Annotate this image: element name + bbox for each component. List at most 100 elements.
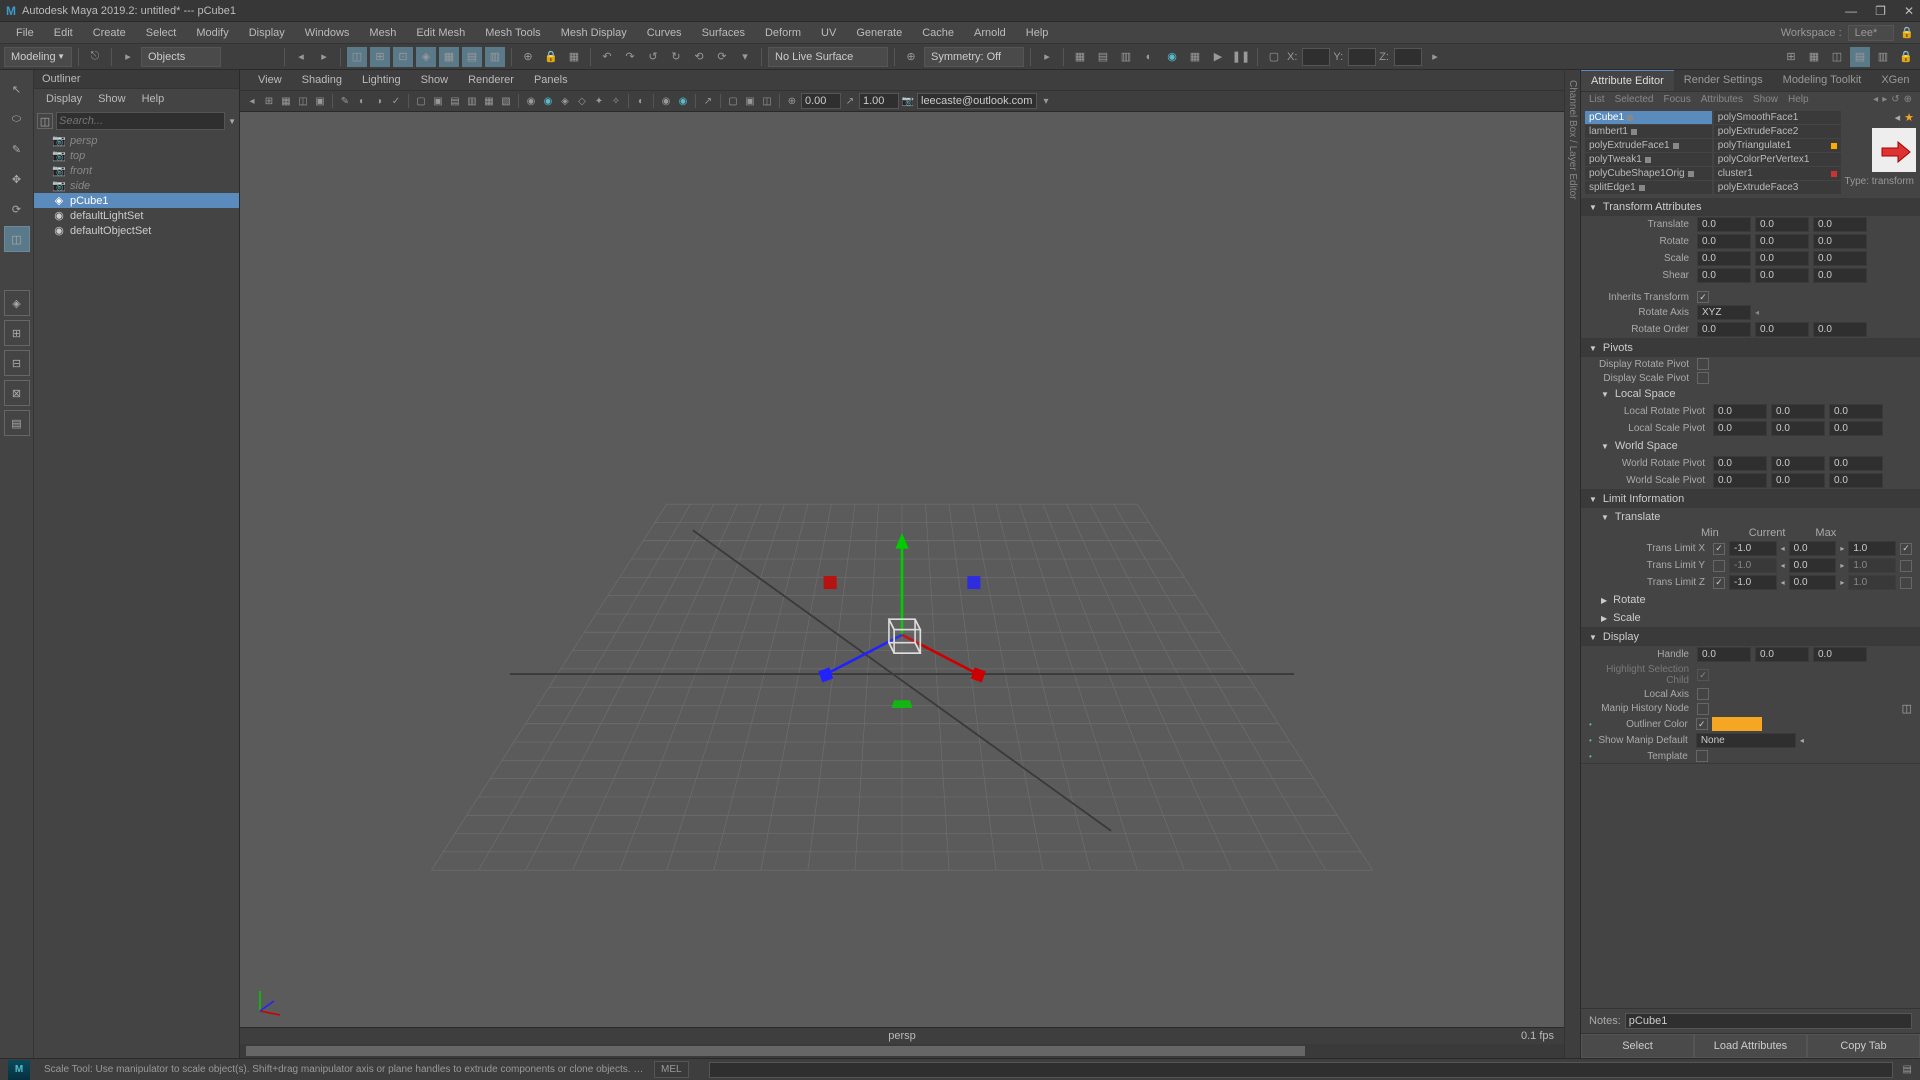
menu-curves[interactable]: Curves [637,25,692,41]
menu-display[interactable]: Display [239,25,295,41]
coord-z-field[interactable] [1394,48,1422,66]
attr-submenu[interactable]: Help [1788,94,1809,105]
vp-icon[interactable]: ▦ [481,93,497,109]
node-tab[interactable]: polyTriangulate1 [1714,139,1841,152]
shear-z[interactable]: 0.0 [1813,268,1867,283]
subsection-scale[interactable]: ▶Scale [1581,609,1920,627]
subsection-local-space[interactable]: ▼Local Space [1581,385,1920,403]
pause-icon[interactable]: ❚❚ [1231,47,1251,67]
workspace-lock-icon[interactable]: 🔒 [1900,26,1914,39]
rotate-order-x[interactable]: 0.0 [1697,322,1751,337]
shelf-icon[interactable]: ▦ [1185,47,1205,67]
tab-attribute-editor[interactable]: Attribute Editor [1581,70,1674,91]
shelf-icon[interactable]: ⊞ [370,47,390,67]
node-tab[interactable]: polyCubeShape1Orig [1585,167,1712,180]
shelf-icon[interactable]: ▸ [1425,47,1445,67]
vp-icon[interactable]: ▦ [278,93,294,109]
vp-icon[interactable]: ◂ [244,93,260,109]
vp-icon[interactable]: ◫ [295,93,311,109]
play-icon[interactable]: ▶ [1208,47,1228,67]
outliner-menu-item[interactable]: Show [90,91,134,107]
vp-icon[interactable]: ✓ [388,93,404,109]
command-input[interactable] [709,1062,1893,1078]
vp-icon[interactable]: ▥ [464,93,480,109]
menu-edit-mesh[interactable]: Edit Mesh [406,25,475,41]
outliner-item[interactable]: ◉defaultLightSet [34,208,239,223]
outliner-menu-item[interactable]: Display [38,91,90,107]
attr-submenu[interactable]: List [1589,94,1605,105]
viewport-menu-item[interactable]: Panels [524,72,578,88]
vp-icon[interactable]: ⊞ [261,93,277,109]
layout-icon[interactable]: ⊟ [4,350,30,376]
shelf-icon[interactable]: ▤ [1093,47,1113,67]
rotate-tool-icon[interactable]: ⟳ [4,196,30,222]
menu-edit[interactable]: Edit [44,25,83,41]
vp-icon[interactable]: ▣ [430,93,446,109]
vp-icon[interactable]: ▣ [742,93,758,109]
outliner-item[interactable]: 📷front [34,163,239,178]
inherits-checkbox[interactable] [1697,291,1709,303]
user-field[interactable]: leecaste@outlook.com [917,93,1037,109]
section-display[interactable]: ▼Display [1581,628,1920,646]
attr-submenu[interactable]: Attributes [1701,94,1743,105]
vp-icon[interactable]: ◑ [371,93,387,109]
attr-nav-icon[interactable]: ⊕ [1904,94,1912,105]
shelf-icon[interactable]: ⊕ [901,47,921,67]
menu-mesh[interactable]: Mesh [359,25,406,41]
subsection-translate[interactable]: ▼Translate [1581,508,1920,526]
vp-icon[interactable]: ◐ [633,93,649,109]
menu-mesh-display[interactable]: Mesh Display [551,25,637,41]
rotate-x[interactable]: 0.0 [1697,234,1751,249]
vp-icon[interactable]: ↗ [842,93,858,109]
select-button[interactable]: Select [1581,1034,1694,1058]
viewport-canvas[interactable] [240,112,1564,1027]
rotate-order-z[interactable]: 0.0 [1813,322,1867,337]
shelf-icon[interactable]: ▥ [1116,47,1136,67]
outliner-item[interactable]: 📷top [34,148,239,163]
chevron-down-icon[interactable]: ▼ [228,117,236,126]
maya-logo-icon[interactable]: M [8,1060,30,1080]
vp-icon[interactable]: ▣ [312,93,328,109]
connect-icon[interactable]: ◫ [1902,702,1912,715]
scale-x[interactable]: 0.0 [1697,251,1751,266]
shelf-icon[interactable]: ▦ [1070,47,1090,67]
node-tab[interactable]: cluster1 [1714,167,1841,180]
outliner-menu-item[interactable]: Help [134,91,173,107]
lasso-tool-icon[interactable]: ⬭ [4,106,30,132]
shelf-icon[interactable]: ◈ [416,47,436,67]
vp-icon[interactable]: ◈ [557,93,573,109]
rotate-axis-dropdown[interactable]: XYZ [1697,305,1751,320]
outliner-item[interactable]: 📷persp [34,133,239,148]
shelf-icon[interactable]: ⊞ [1781,47,1801,67]
shelf-icon[interactable]: ▦ [1804,47,1824,67]
shear-x[interactable]: 0.0 [1697,268,1751,283]
vp-icon[interactable]: ◐ [354,93,370,109]
menu-windows[interactable]: Windows [295,25,360,41]
snap-icon[interactable]: ⊕ [518,47,538,67]
vp-icon[interactable]: 📷 [900,93,916,109]
menu-file[interactable]: File [6,25,44,41]
menu-arnold[interactable]: Arnold [964,25,1016,41]
node-tab[interactable]: polyTweak1 [1585,153,1712,166]
subsection-rotate[interactable]: ▶Rotate [1581,591,1920,609]
vp-field[interactable]: 1.00 [859,93,899,109]
rotate-order-y[interactable]: 0.0 [1755,322,1809,337]
select-tool-icon[interactable]: ↖ [4,76,30,102]
script-editor-icon[interactable]: ▤ [1903,1064,1912,1075]
shelf-icon[interactable]: ▦ [564,47,584,67]
breadcrumb-dropdown[interactable]: Objects [141,47,221,67]
shelf-icon[interactable]: ▸ [1037,47,1057,67]
menu-help[interactable]: Help [1016,25,1059,41]
translate-y[interactable]: 0.0 [1755,217,1809,232]
viewport-menu-item[interactable]: Renderer [458,72,524,88]
vp-icon[interactable]: ◉ [658,93,674,109]
lock-icon[interactable]: 🔒 [1896,47,1916,67]
rotate-y[interactable]: 0.0 [1755,234,1809,249]
vp-icon[interactable]: ↗ [700,93,716,109]
scale-y[interactable]: 0.0 [1755,251,1809,266]
subsection-world-space[interactable]: ▼World Space [1581,437,1920,455]
tab-xgen[interactable]: XGen [1871,70,1919,91]
chevron-down-icon[interactable]: ▾ [735,47,755,67]
rotate-z[interactable]: 0.0 [1813,234,1867,249]
node-tab[interactable]: splitEdge1 [1585,181,1712,194]
